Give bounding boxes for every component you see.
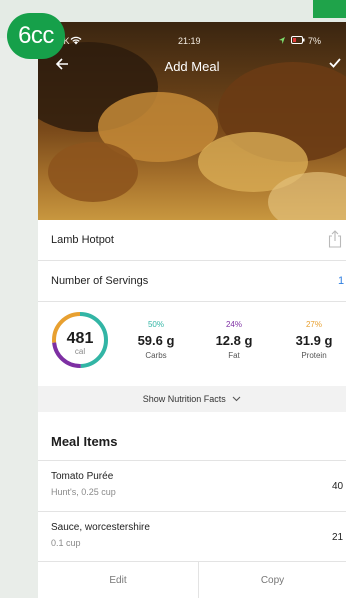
brand-logo: 6cc bbox=[7, 13, 65, 59]
edit-button[interactable]: Edit bbox=[38, 562, 198, 598]
meal-photo: O2-UK 21:19 7% Add Meal bbox=[38, 22, 346, 220]
meal-item-row[interactable]: Tomato Purée Hunt's, 0.25 cup 40 bbox=[38, 461, 346, 512]
meal-items-title: Meal Items bbox=[51, 434, 118, 449]
status-time: 21:19 bbox=[178, 36, 201, 46]
battery-percent: 7% bbox=[308, 36, 322, 46]
nutrition-toggle-label: Show Nutrition Facts bbox=[142, 394, 226, 404]
item-calories: 21 bbox=[332, 532, 344, 543]
share-icon[interactable] bbox=[328, 230, 342, 253]
macro-protein: 27% 31.9 g Protein bbox=[284, 320, 344, 360]
background-accent bbox=[313, 0, 346, 18]
location-icon bbox=[278, 36, 286, 47]
macro-fat: 24% 12.8 g Fat bbox=[204, 320, 264, 360]
phone-screen: O2-UK 21:19 7% Add Meal Lamb Hotpot bbox=[38, 22, 346, 598]
fat-grams: 12.8 g bbox=[215, 333, 253, 348]
battery-icon bbox=[291, 36, 305, 46]
macro-carbs: 50% 59.6 g Carbs bbox=[126, 320, 186, 360]
protein-label: Protein bbox=[301, 351, 327, 360]
confirm-check-icon[interactable] bbox=[328, 56, 342, 74]
item-detail: Hunt's, 0.25 cup bbox=[51, 487, 116, 497]
carbs-label: Carbs bbox=[145, 351, 167, 360]
fat-label: Fat bbox=[228, 351, 240, 360]
chevron-down-icon bbox=[232, 396, 241, 402]
wifi-icon bbox=[70, 36, 82, 47]
calorie-value: 481 bbox=[66, 330, 94, 347]
meal-name-row[interactable]: Lamb Hotpot bbox=[38, 220, 346, 261]
servings-label: Number of Servings bbox=[51, 275, 149, 287]
navbar: Add Meal bbox=[38, 56, 346, 78]
page-title: Add Meal bbox=[164, 59, 220, 74]
protein-percent: 27% bbox=[305, 320, 322, 329]
meal-name: Lamb Hotpot bbox=[51, 234, 114, 246]
meal-item-row[interactable]: Sauce, worcestershire 0.1 cup 21 bbox=[38, 512, 346, 561]
copy-button[interactable]: Copy bbox=[199, 562, 346, 598]
servings-row[interactable]: Number of Servings 1 bbox=[38, 261, 346, 302]
protein-grams: 31.9 g bbox=[295, 333, 333, 348]
item-detail: 0.1 cup bbox=[51, 538, 81, 548]
item-calories: 40 bbox=[332, 481, 344, 492]
fat-percent: 24% bbox=[225, 320, 242, 329]
show-nutrition-facts-button[interactable]: Show Nutrition Facts bbox=[38, 386, 346, 412]
carbs-grams: 59.6 g bbox=[137, 333, 175, 348]
item-name: Tomato Purée bbox=[51, 471, 114, 482]
servings-value[interactable]: 1 bbox=[338, 275, 344, 287]
macros-summary: 481 cal 50% 59.6 g Carbs 24% 12.8 g Fat … bbox=[38, 302, 346, 386]
status-bar: O2-UK 21:19 7% bbox=[38, 36, 346, 50]
calorie-unit: cal bbox=[74, 347, 86, 356]
meal-items-header: Meal Items bbox=[38, 412, 346, 461]
carbs-percent: 50% bbox=[147, 320, 164, 329]
item-name: Sauce, worcestershire bbox=[51, 522, 150, 533]
footer-bar: Edit Copy bbox=[38, 561, 346, 598]
background-left bbox=[0, 38, 38, 598]
